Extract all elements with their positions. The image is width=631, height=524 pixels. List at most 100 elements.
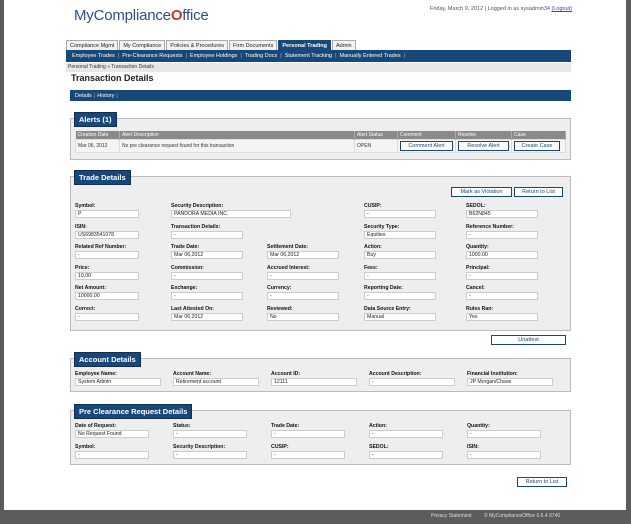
mark-violation-button[interactable]: Mark as Violation	[451, 187, 512, 197]
user-info: Friday, March 9, 2012 | Logged in as sys…	[430, 6, 572, 12]
logo-text: MyCompliance	[74, 7, 171, 24]
field-sedol: SEDOL: B62N845	[466, 203, 538, 218]
tab-my-compliance[interactable]: My Compliance	[119, 40, 166, 50]
field-data-source: Data Source Entry: Manual	[364, 306, 436, 321]
field-account-description: Account Description: -	[369, 371, 455, 386]
field-account-id: Account ID: 12111	[271, 371, 357, 386]
alerts-title: Alerts (1)	[74, 112, 117, 127]
subnav-pre-clearance[interactable]: Pre-Clearance Requests	[119, 53, 185, 59]
preclearance-title: Pre Clearance Request Details	[74, 404, 193, 419]
field-price: Price: 10.00	[75, 265, 139, 280]
field-isin: ISIN: US6983541078	[75, 224, 139, 239]
field-pc-security-description: Security Description: -	[173, 444, 247, 459]
current-date: Friday, March 9, 2012	[430, 6, 484, 12]
field-pc-status: Status: -	[173, 423, 247, 438]
field-currency: Currency: -	[267, 285, 339, 300]
tab-personal-trading[interactable]: Personal Trading	[278, 40, 332, 50]
col-case: Case	[511, 131, 566, 140]
trade-details-title: Trade Details	[74, 170, 131, 185]
alerts-table: Creation Date Alert Description Alert St…	[75, 131, 566, 153]
field-exchange: Exchange: -	[171, 285, 243, 300]
field-rules-ran: Rules Ran: Yes	[466, 306, 538, 321]
bottom-return-to-list-button[interactable]: Return to List	[517, 477, 567, 487]
copyright: © MyComplianceOffice 6.6.4.9740	[484, 513, 561, 519]
field-pc-sedol: SEDOL: -	[369, 444, 443, 459]
field-reporting-date: Reporting Date: -	[364, 285, 436, 300]
detail-tab-details[interactable]: Details	[73, 93, 94, 99]
field-pc-symbol: Symbol: -	[75, 444, 149, 459]
subnav-trading-docs[interactable]: Trading Docs	[242, 53, 281, 59]
trade-details-section: Trade Details Mark as Violation Return t…	[70, 170, 571, 331]
field-related-ref: Related Ref Number: -	[75, 244, 139, 259]
tab-policies[interactable]: Policies & Procedures	[166, 40, 229, 50]
field-last-attested: Last Attested On: Mar 06,2012	[171, 306, 243, 321]
field-pc-action: Action: -	[369, 423, 443, 438]
breadcrumb[interactable]: Personal Trading » Transaction Details	[66, 63, 571, 72]
page-title: Transaction Details	[71, 73, 154, 83]
tab-admin[interactable]: Admin	[332, 40, 356, 50]
field-reference-number: Reference Number: -	[466, 224, 538, 239]
subnav-statement-tracking[interactable]: Statement Tracking	[282, 53, 335, 59]
alerts-section: Alerts (1) Creation Date Alert Descripti…	[70, 112, 571, 160]
alert-status: OPEN	[354, 139, 398, 153]
page: MyComplianceOffice Friday, March 9, 2012…	[4, 0, 626, 510]
account-details-section: Account Details Employee Name: System Ad…	[70, 352, 571, 392]
field-settlement-date: Settlement Date: Mar 06,2012	[267, 244, 339, 259]
field-correct: Correct: -	[75, 306, 139, 321]
field-trade-date: Trade Date: Mar 06,2012	[171, 244, 243, 259]
field-pc-trade-date: Trade Date: -	[271, 423, 345, 438]
field-accrued-interest: Accrued Interest: -	[267, 265, 339, 280]
comment-alert-button[interactable]: Comment Alert	[400, 141, 453, 151]
field-pc-cusip: CUSIP: -	[271, 444, 345, 459]
logo: MyComplianceOffice	[74, 7, 209, 24]
logout-link[interactable]: (Logout)	[552, 6, 573, 12]
return-to-list-button[interactable]: Return to List	[514, 187, 563, 197]
field-financial-institution: Financial Institution: JP Morgan/Chase	[467, 371, 553, 386]
footer: Privacy Statement © MyComplianceOffice 6…	[0, 510, 631, 524]
privacy-link[interactable]: Privacy Statement	[431, 513, 472, 519]
field-date-of-request: Date of Request: No Request Found	[75, 423, 149, 438]
field-fees: Fees: -	[364, 265, 436, 280]
field-pc-quantity: Quantity: -	[467, 423, 541, 438]
create-case-button[interactable]: Create Case	[514, 141, 560, 151]
field-security-type: Security Type: Equities	[364, 224, 436, 239]
field-net-amount: Net Amount: 10000.00	[75, 285, 139, 300]
account-details-title: Account Details	[74, 352, 141, 367]
col-creation-date: Creation Date	[75, 131, 120, 140]
subnav-employee-trades[interactable]: Employee Trades	[69, 53, 118, 59]
tab-firm-documents[interactable]: Firm Documents	[229, 40, 278, 50]
field-symbol: Symbol: P	[75, 203, 139, 218]
detail-nav: Details | History |	[70, 90, 571, 101]
alert-date: Mar 06, 2012	[75, 139, 120, 153]
preclearance-section: Pre Clearance Request Details Date of Re…	[70, 404, 571, 465]
field-action: Action: Buy	[364, 244, 436, 259]
field-reviewed: Reviewed: No	[267, 306, 339, 321]
unattest-button[interactable]: Unattest	[491, 335, 566, 345]
col-alert-status: Alert Status	[354, 131, 398, 140]
field-quantity: Quantity: 1000.00	[466, 244, 538, 259]
field-cancel: Cancel: -	[466, 285, 538, 300]
table-row: Mar 06, 2012 No pre clearance request fo…	[75, 139, 566, 153]
resolve-alert-button[interactable]: Resolve Alert	[458, 141, 509, 151]
field-pc-isin: ISIN: -	[467, 444, 541, 459]
sub-nav: Employee Trades | Pre-Clearance Requests |…	[66, 50, 571, 62]
logo-text-2: ffice	[182, 7, 209, 24]
alert-description: No pre clearance request found for this …	[119, 139, 355, 153]
field-employee-name: Employee Name: System Admin	[75, 371, 161, 386]
tab-compliance-mgmt[interactable]: Compliance Mgmt	[66, 40, 119, 50]
subnav-manually-entered[interactable]: Manually Entered Trades	[337, 53, 404, 59]
field-cusip: CUSIP: -	[364, 203, 436, 218]
subnav-employee-holdings[interactable]: Employee Holdings	[187, 53, 240, 59]
detail-tab-history[interactable]: History	[95, 93, 116, 99]
main-tabs: Compliance Mgmt My Compliance Policies &…	[66, 40, 357, 50]
col-comment: Comment	[397, 131, 456, 140]
col-resolve: Resolve	[455, 131, 512, 140]
field-transaction-details: Transaction Details: -	[171, 224, 243, 239]
col-alert-description: Alert Description	[119, 131, 355, 140]
logo-check-icon: O	[170, 7, 183, 24]
field-account-name: Account Name: Retirement account	[173, 371, 259, 386]
logged-in-text: Logged in as sysadmin34	[487, 6, 550, 12]
field-commission: Commission: -	[171, 265, 243, 280]
field-security-description: Security Description: PANDORA MEDIA INC.	[171, 203, 291, 218]
field-principal: Principal: -	[466, 265, 538, 280]
